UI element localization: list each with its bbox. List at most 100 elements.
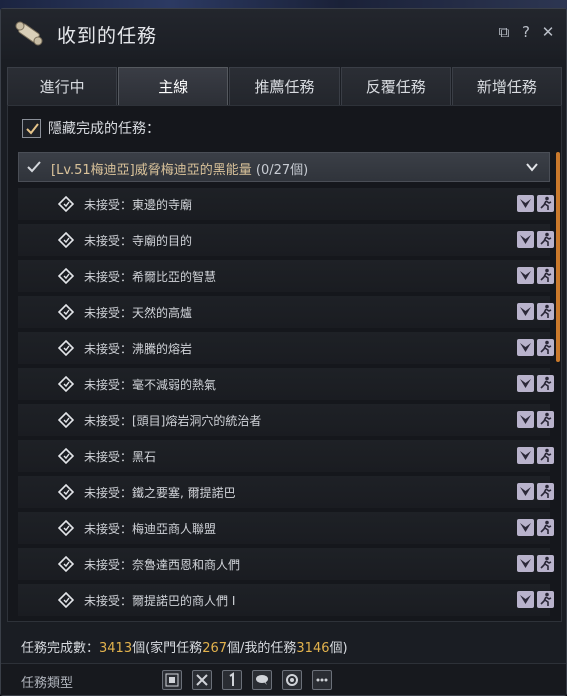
quest-group-title: [Lv.51梅迪亞]威脅梅迪亞的黑能量 (0/27個)	[51, 159, 308, 178]
navigate-icon[interactable]	[517, 447, 534, 464]
auto-run-icon[interactable]	[537, 555, 554, 572]
navigate-icon[interactable]	[517, 303, 534, 320]
checkmark-icon	[26, 122, 39, 135]
auto-run-icon[interactable]	[537, 303, 554, 320]
quest-row[interactable]: 未接受：東邊的寺廟	[18, 188, 554, 220]
check-icon	[27, 161, 41, 173]
quest-diamond-icon	[58, 592, 74, 608]
navigate-icon[interactable]	[517, 231, 534, 248]
quest-row[interactable]: 未接受：毫不減弱的熱氣	[18, 368, 554, 400]
tab-recommended[interactable]: 推薦任務	[229, 67, 340, 105]
quest-title: 未接受：希爾比亞的智慧	[84, 270, 217, 284]
quest-row[interactable]: 未接受：寺廟的目的	[18, 224, 554, 256]
navigate-icon[interactable]	[517, 267, 534, 284]
quest-diamond-icon	[58, 268, 74, 284]
quest-summary: 任務完成數：3413個(家門任務267個/我的任務3146個)	[7, 625, 562, 661]
quest-row[interactable]: 未接受：爾提諾巴的商人們 I	[18, 584, 554, 616]
quest-diamond-icon	[58, 304, 74, 320]
auto-run-icon[interactable]	[537, 447, 554, 464]
scrollbar-thumb[interactable]	[556, 152, 560, 362]
quest-title: 未接受：鐵之要塞, 爾提諾巴	[84, 486, 236, 500]
auto-run-icon[interactable]	[537, 195, 554, 212]
hide-completed-label: 隱藏完成的任務：	[48, 121, 160, 137]
quest-list: 未接受：東邊的寺廟 未接受：寺廟的目的 未接受：希爾比亞的智慧 未接受：天然的高爐 未接…	[18, 188, 554, 620]
navigate-icon[interactable]	[517, 519, 534, 536]
quest-title: 未接受：東邊的寺廟	[84, 198, 193, 212]
family-count: 267	[202, 641, 228, 656]
scroll-quill-icon	[15, 21, 43, 46]
navigate-icon[interactable]	[517, 375, 534, 392]
restore-icon[interactable]: ⧉	[495, 23, 513, 41]
quest-panel: 隱藏完成的任務： [Lv.51梅迪亞]威脅梅迪亞的黑能量 (0/27個) 未接受…	[7, 105, 562, 622]
summary-suffix: 個)	[329, 641, 348, 656]
navigate-icon[interactable]	[517, 591, 534, 608]
group-title-text: [Lv.51梅迪亞]威脅梅迪亞的黑能量	[51, 163, 252, 178]
quest-diamond-icon	[58, 376, 74, 392]
navigate-icon[interactable]	[517, 555, 534, 572]
tab-in-progress[interactable]: 進行中	[7, 67, 118, 105]
more-icon[interactable]	[312, 670, 332, 690]
title-bar[interactable]: 收到的任務 ⧉ ? ✕	[1, 9, 566, 59]
chat-icon[interactable]	[252, 670, 272, 690]
quest-row[interactable]: 未接受：黑石	[18, 440, 554, 472]
quest-row[interactable]: 未接受：奈魯達西恩和商人們	[18, 548, 554, 580]
quest-completion-count: 任務完成數：3413個(家門任務267個/我的任務3146個)	[21, 637, 348, 656]
group-count: (0/27個)	[255, 163, 309, 178]
auto-run-icon[interactable]	[537, 483, 554, 500]
quest-title: 未接受：毫不減弱的熱氣	[84, 378, 217, 392]
gear-icon[interactable]	[282, 670, 302, 690]
my-count: 3146	[296, 641, 330, 656]
tab-main-story[interactable]: 主線	[118, 67, 229, 105]
tab-repeatable[interactable]: 反覆任務	[340, 67, 451, 105]
combat-icon[interactable]	[192, 670, 212, 690]
auto-run-icon[interactable]	[537, 519, 554, 536]
quest-title: 未接受：沸騰的熔岩	[84, 342, 193, 356]
quest-diamond-icon	[58, 340, 74, 356]
quest-row[interactable]: 未接受：希爾比亞的智慧	[18, 260, 554, 292]
quest-title: 未接受：天然的高爐	[84, 306, 193, 320]
quest-type-filter: 任務類型	[1, 663, 566, 695]
quest-row[interactable]: 未接受：天然的高爐	[18, 296, 554, 328]
hide-completed-row: 隱藏完成的任務：	[22, 118, 160, 138]
quest-row[interactable]: 未接受：鐵之要塞, 爾提諾巴	[18, 476, 554, 508]
tab-new[interactable]: 新增任務	[451, 67, 563, 105]
navigate-icon[interactable]	[517, 339, 534, 356]
navigate-icon[interactable]	[517, 411, 534, 428]
quest-group-header[interactable]: [Lv.51梅迪亞]威脅梅迪亞的黑能量 (0/27個)	[18, 152, 550, 182]
quest-diamond-icon	[58, 448, 74, 464]
quest-title: 未接受：[頭目]熔岩洞穴的統治者	[84, 414, 262, 428]
hide-completed-checkbox[interactable]	[22, 118, 41, 138]
auto-run-icon[interactable]	[537, 375, 554, 392]
quest-title: 未接受：爾提諾巴的商人們 I	[84, 594, 236, 608]
quest-diamond-icon	[58, 484, 74, 500]
quest-title: 未接受：寺廟的目的	[84, 234, 193, 248]
quest-title: 未接受：梅迪亞商人聯盟	[84, 522, 217, 536]
number-one-icon[interactable]	[222, 670, 242, 690]
quest-row[interactable]: 未接受：沸騰的熔岩	[18, 332, 554, 364]
auto-run-icon[interactable]	[537, 591, 554, 608]
auto-run-icon[interactable]	[537, 267, 554, 284]
all-types-icon[interactable]	[162, 670, 182, 690]
chevron-down-icon[interactable]	[525, 160, 539, 174]
auto-run-icon[interactable]	[537, 231, 554, 248]
quest-type-label: 任務類型	[21, 676, 74, 691]
quest-row[interactable]: 未接受：[頭目]熔岩洞穴的統治者	[18, 404, 554, 436]
quest-window: 收到的任務 ⧉ ? ✕ 進行中 主線 推薦任務 反覆任務 新增任務 隱藏完成的任…	[0, 8, 567, 696]
quest-row[interactable]: 未接受：梅迪亞商人聯盟	[18, 512, 554, 544]
auto-run-icon[interactable]	[537, 339, 554, 356]
quest-diamond-icon	[58, 520, 74, 536]
quest-diamond-icon	[58, 196, 74, 212]
summary-family-label: 個(家門任務	[132, 641, 203, 656]
navigate-icon[interactable]	[517, 483, 534, 500]
quest-title: 未接受：黑石	[84, 450, 157, 464]
close-icon[interactable]: ✕	[539, 23, 557, 41]
quest-title: 未接受：奈魯達西恩和商人們	[84, 558, 241, 572]
summary-prefix: 任務完成數：	[21, 641, 100, 656]
auto-run-icon[interactable]	[537, 411, 554, 428]
total-count: 3413	[99, 641, 133, 656]
quest-diamond-icon	[58, 556, 74, 572]
navigate-icon[interactable]	[517, 195, 534, 212]
help-icon[interactable]: ?	[517, 23, 535, 41]
quest-diamond-icon	[58, 412, 74, 428]
window-title: 收到的任務	[57, 25, 158, 47]
